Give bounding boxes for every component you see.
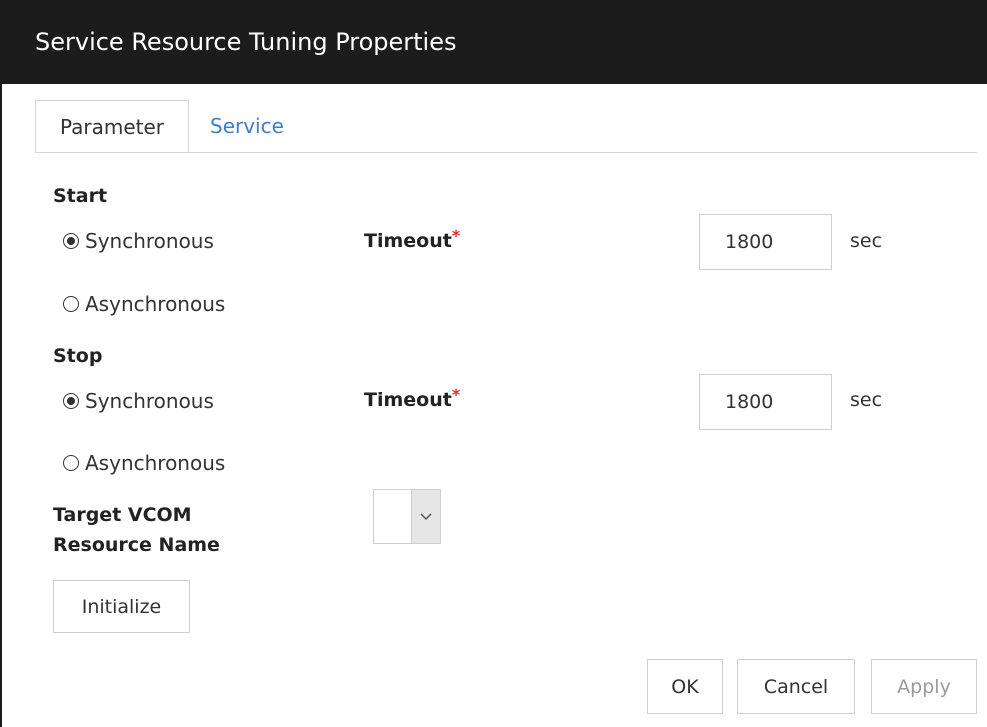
start-timeout-label: Timeout* [364, 226, 460, 252]
tab-parameter[interactable]: Parameter [35, 100, 189, 152]
tab-service[interactable]: Service [210, 100, 284, 152]
radio-unselected-icon [63, 455, 79, 471]
start-timeout-text: Timeout [364, 230, 452, 252]
stop-section-label: Stop [53, 345, 103, 367]
start-section-label: Start [53, 185, 108, 207]
target-vcom-label-line1: Target VCOM [53, 504, 192, 526]
stop-timeout-unit: sec [850, 389, 883, 411]
dialog-title: Service Resource Tuning Properties [2, 0, 987, 84]
stop-asynchronous-label: Asynchronous [85, 451, 226, 475]
tab-bar: Parameter Service [35, 100, 977, 153]
required-marker: * [451, 385, 461, 404]
stop-timeout-input[interactable]: 1800 [699, 374, 832, 430]
radio-selected-icon [63, 393, 79, 409]
target-vcom-label: Target VCOM Resource Name [53, 500, 220, 560]
start-asynchronous-label: Asynchronous [85, 292, 226, 316]
chevron-down-icon[interactable] [411, 490, 440, 543]
target-vcom-label-line2: Resource Name [53, 534, 220, 556]
radio-unselected-icon [63, 296, 79, 312]
stop-timeout-text: Timeout [364, 389, 452, 411]
radio-selected-icon [63, 233, 79, 249]
start-asynchronous-radio[interactable]: Asynchronous [63, 292, 225, 316]
cancel-button[interactable]: Cancel [737, 659, 855, 714]
stop-asynchronous-radio[interactable]: Asynchronous [63, 451, 225, 475]
start-synchronous-label: Synchronous [85, 229, 214, 253]
service-resource-tuning-dialog: Service Resource Tuning Properties Param… [0, 0, 987, 727]
ok-button[interactable]: OK [647, 659, 723, 714]
stop-synchronous-label: Synchronous [85, 389, 214, 413]
start-timeout-unit: sec [850, 230, 883, 252]
initialize-button[interactable]: Initialize [53, 580, 190, 633]
target-vcom-select[interactable] [373, 489, 441, 544]
start-synchronous-radio[interactable]: Synchronous [63, 229, 214, 253]
start-timeout-input[interactable]: 1800 [699, 214, 832, 270]
stop-timeout-label: Timeout* [364, 385, 460, 411]
stop-synchronous-radio[interactable]: Synchronous [63, 389, 214, 413]
apply-button[interactable]: Apply [871, 659, 977, 714]
required-marker: * [451, 226, 461, 245]
